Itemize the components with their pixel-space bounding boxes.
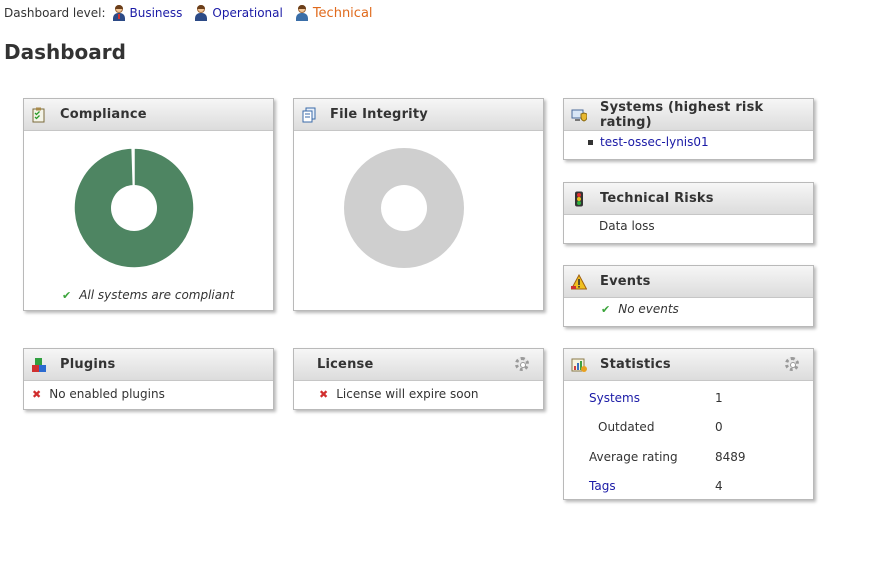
plugins-title: Plugins: [60, 357, 116, 372]
compliance-widget: Compliance ✔ All systems are compliant: [23, 98, 274, 311]
business-person-icon: [112, 5, 126, 21]
clipboard-checklist-icon: [31, 107, 47, 123]
table-row: Systems 1: [564, 383, 813, 413]
computer-shield-icon: [571, 107, 588, 123]
plugins-status-text: No enabled plugins: [49, 387, 165, 401]
statistics-title: Statistics: [600, 357, 671, 372]
events-status: ✔ No events: [564, 298, 813, 316]
cross-icon: ✖: [319, 387, 329, 401]
operational-person-icon: [194, 5, 208, 21]
table-row: Outdated 0: [564, 413, 813, 443]
warning-triangle-icon: [570, 273, 588, 290]
bullet-icon: [588, 139, 593, 145]
level-business-label: Business: [129, 6, 183, 20]
license-status-text: License will expire soon: [336, 387, 479, 401]
compliance-title: Compliance: [60, 107, 147, 122]
outdated-stat-label: Outdated: [598, 420, 655, 435]
gear-icon[interactable]: [515, 357, 529, 371]
compliance-status: ✔ All systems are compliant: [62, 288, 234, 302]
blocks-icon: [31, 357, 47, 373]
level-operational-link[interactable]: Operational: [194, 5, 283, 21]
statistics-chart-icon: [571, 357, 587, 373]
compliance-donut-chart: [73, 147, 195, 269]
system-link[interactable]: test-ossec-lynis01: [600, 135, 709, 149]
table-row: Tags 4: [564, 472, 813, 502]
events-header: Events: [564, 266, 813, 298]
file-integrity-donut-hole: [381, 185, 427, 231]
level-technical-link[interactable]: Technical: [295, 5, 373, 21]
average-rating-label: Average rating: [589, 449, 678, 464]
tags-stat-value: 4: [715, 479, 723, 494]
level-technical-label: Technical: [312, 5, 373, 21]
license-header: License: [294, 349, 543, 381]
list-item: Data loss: [599, 219, 655, 233]
cross-icon: ✖: [32, 387, 42, 401]
plugins-header: Plugins: [24, 349, 273, 381]
file-integrity-donut-chart: [344, 148, 464, 268]
level-operational-label: Operational: [212, 6, 283, 20]
systems-risk-list: test-ossec-lynis01: [564, 131, 813, 149]
events-title: Events: [600, 274, 651, 289]
license-widget: License ✖ License will expire soon: [293, 348, 544, 410]
level-business-link[interactable]: Business: [112, 5, 183, 21]
systems-risk-header: Systems (highest risk rating): [564, 99, 813, 131]
compliance-donut-hole: [111, 185, 157, 231]
traffic-light-icon: [571, 191, 587, 207]
systems-risk-widget: Systems (highest risk rating) test-ossec…: [563, 98, 814, 160]
table-row: Average rating 8489: [564, 442, 813, 472]
events-widget: Events ✔ No events: [563, 265, 814, 327]
checkmark-icon: ✔: [62, 288, 72, 302]
compliance-status-text: All systems are compliant: [79, 288, 235, 302]
systems-stat-link[interactable]: Systems: [589, 391, 640, 405]
compliance-header: Compliance: [24, 99, 273, 131]
checkmark-icon: ✔: [601, 302, 611, 316]
dashboard-level-bar: Dashboard level: Business Operational Te…: [4, 5, 385, 21]
technical-risks-header: Technical Risks: [564, 183, 813, 215]
list-item: test-ossec-lynis01: [588, 135, 813, 149]
technical-person-icon: [295, 5, 309, 21]
technical-risks-title: Technical Risks: [600, 191, 714, 206]
events-status-text: No events: [618, 302, 679, 316]
technical-risks-list: Data loss: [564, 215, 813, 233]
gear-icon[interactable]: [785, 357, 799, 371]
systems-stat-value: 1: [715, 390, 723, 405]
dashboard-level-label: Dashboard level:: [4, 6, 106, 20]
average-rating-value: 8489: [715, 449, 746, 464]
technical-risks-widget: Technical Risks Data loss: [563, 182, 814, 244]
statistics-header: Statistics: [564, 349, 813, 381]
plugins-status: ✖ No enabled plugins: [24, 381, 273, 401]
tags-stat-link[interactable]: Tags: [589, 479, 616, 493]
page-title: Dashboard: [4, 40, 126, 64]
documents-icon: [301, 107, 317, 123]
file-integrity-widget: File Integrity: [293, 98, 544, 311]
statistics-widget: Statistics Systems 1 Outdated 0 Average …: [563, 348, 814, 500]
outdated-stat-value: 0: [715, 420, 723, 435]
license-title: License: [317, 357, 374, 372]
license-status: ✖ License will expire soon: [294, 381, 543, 401]
systems-risk-title: Systems (highest risk rating): [600, 99, 764, 130]
plugins-widget: Plugins ✖ No enabled plugins: [23, 348, 274, 410]
statistics-table: Systems 1 Outdated 0 Average rating 8489…: [564, 383, 813, 501]
file-integrity-header: File Integrity: [294, 99, 543, 131]
file-integrity-title: File Integrity: [330, 107, 428, 122]
